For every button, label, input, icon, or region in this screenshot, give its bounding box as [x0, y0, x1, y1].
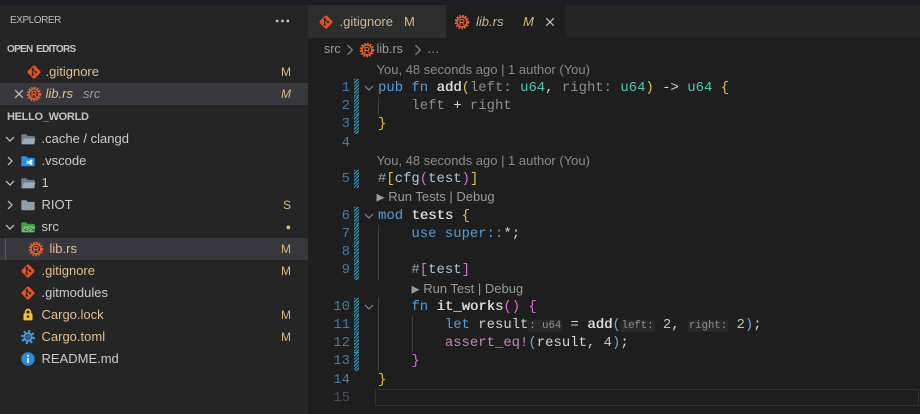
svg-text:R: R: [31, 89, 37, 99]
svg-text:R: R: [33, 244, 39, 254]
svg-text:R: R: [364, 45, 370, 55]
svg-text:</>: </>: [24, 226, 35, 233]
svg-text:R: R: [459, 17, 465, 27]
